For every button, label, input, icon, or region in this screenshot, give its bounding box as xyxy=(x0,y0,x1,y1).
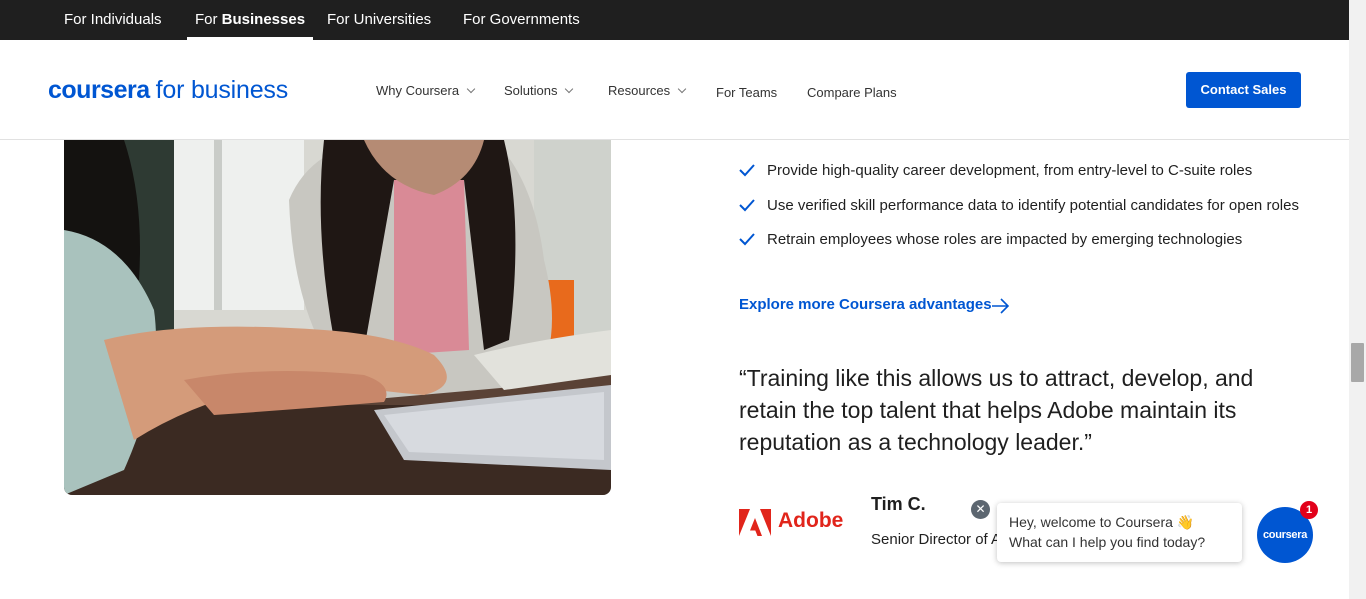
audience-bar: For Individuals For Businesses For Unive… xyxy=(0,0,1349,40)
tab-for-businesses[interactable]: For Businesses xyxy=(187,0,314,40)
arrow-right-icon[interactable] xyxy=(991,297,1010,315)
adobe-mark-icon xyxy=(739,509,771,536)
page: For Individuals For Businesses For Unive… xyxy=(0,0,1366,599)
benefit-text: Provide high-quality career development,… xyxy=(767,162,1253,179)
nav-solutions[interactable]: Solutions xyxy=(504,83,574,98)
unread-count-badge: 1 xyxy=(1300,501,1318,519)
benefit-text: Retrain employees whose roles are impact… xyxy=(767,231,1243,248)
tab-for-governments[interactable]: For Governments xyxy=(463,0,580,40)
tab-for-businesses-prefix: For xyxy=(195,11,222,28)
adobe-wordmark: Adobe xyxy=(778,509,844,532)
tab-for-universities[interactable]: For Universities xyxy=(327,0,431,40)
logo-suffix: for business xyxy=(155,76,289,104)
chat-close-button[interactable]: ✕ xyxy=(971,500,990,519)
list-item: Use verified skill performance data to i… xyxy=(739,195,1319,230)
check-icon xyxy=(739,198,755,211)
check-icon xyxy=(739,164,755,177)
tab-for-businesses-bold: Businesses xyxy=(221,11,306,28)
chevron-down-icon xyxy=(466,84,476,94)
nav-compare-plans[interactable]: Compare Plans xyxy=(807,85,897,100)
nav-why-coursera[interactable]: Why Coursera xyxy=(376,83,476,98)
chat-greeting-line2: What can I help you find today? xyxy=(1009,534,1206,550)
list-item: Retrain employees whose roles are impact… xyxy=(739,229,1319,264)
meeting-photo xyxy=(64,140,611,495)
site-header: coursera for business Why Coursera Soluti… xyxy=(0,40,1349,140)
scrollbar-thumb[interactable] xyxy=(1351,343,1364,382)
check-icon xyxy=(739,233,755,246)
testimonial-author-title: Senior Director of A xyxy=(871,531,999,548)
testimonial-author-name: Tim C. xyxy=(871,494,926,514)
tab-for-individuals[interactable]: For Individuals xyxy=(64,0,162,40)
explore-advantages-link[interactable]: Explore more Coursera advantages xyxy=(739,296,992,313)
contact-sales-button[interactable]: Contact Sales xyxy=(1186,72,1301,108)
benefit-text: Use verified skill performance data to i… xyxy=(767,196,1299,214)
page-scrollbar[interactable] xyxy=(1349,0,1366,599)
testimonial-quote: “Training like this allows us to attract… xyxy=(739,365,1254,455)
coursera-for-business-logo[interactable]: coursera for business xyxy=(48,76,288,105)
benefits-list: Provide high-quality career development,… xyxy=(739,160,1319,264)
nav-resources-label: Resources xyxy=(608,83,671,98)
nav-solutions-label: Solutions xyxy=(504,83,558,98)
nav-for-teams[interactable]: For Teams xyxy=(716,85,777,100)
list-item: Provide high-quality career development,… xyxy=(739,160,1319,195)
nav-resources[interactable]: Resources xyxy=(608,83,687,98)
chevron-down-icon xyxy=(677,84,687,94)
chat-greeting-line1: Hey, welcome to Coursera 👋 xyxy=(1009,514,1195,530)
chat-greeting-bubble[interactable]: Hey, welcome to Coursera 👋 What can I he… xyxy=(997,503,1242,562)
chevron-down-icon xyxy=(565,84,574,94)
nav-why-coursera-label: Why Coursera xyxy=(376,83,460,98)
logo-brand: coursera xyxy=(48,76,150,104)
